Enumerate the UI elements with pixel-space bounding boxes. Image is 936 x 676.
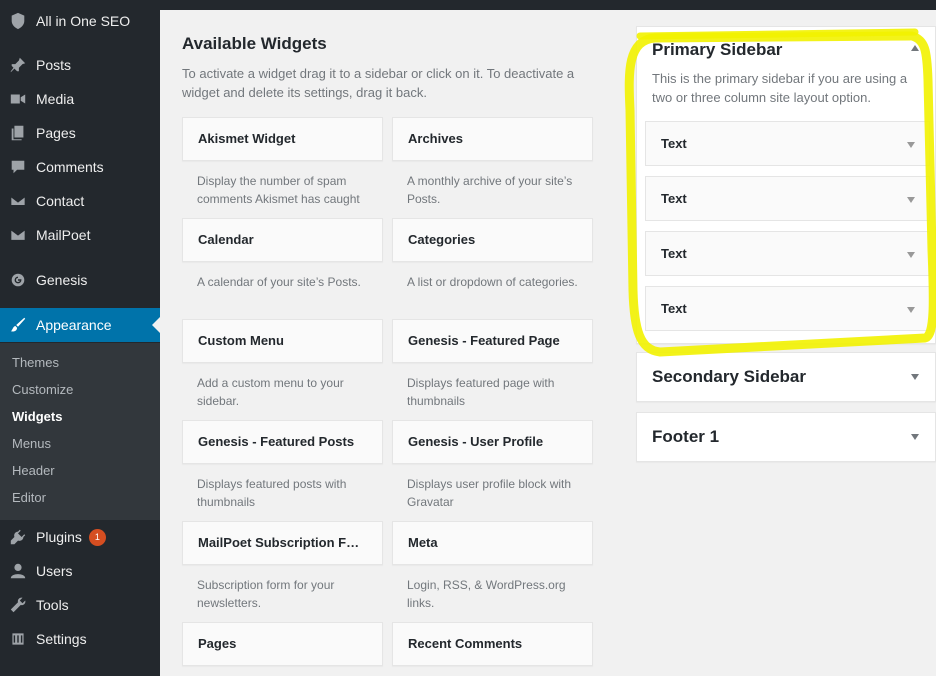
- user-icon: [0, 562, 36, 580]
- submenu-widgets[interactable]: Widgets: [12, 407, 62, 427]
- submenu-editor[interactable]: Editor: [12, 488, 46, 508]
- pages-icon: [0, 124, 36, 142]
- widget-title: Text: [661, 191, 687, 206]
- primary-sidebar-title[interactable]: Primary Sidebar: [652, 40, 782, 60]
- menu-item-settings[interactable]: Settings: [0, 622, 160, 656]
- sidebar-widget-text[interactable]: Text: [645, 176, 930, 221]
- widget-genesis-featured-posts[interactable]: Genesis - Featured Posts: [182, 420, 383, 464]
- sidebar-widget-text[interactable]: Text: [645, 286, 930, 331]
- expand-arrow-icon[interactable]: [907, 197, 915, 203]
- media-icon: [0, 90, 36, 108]
- widget-title: Text: [661, 136, 687, 151]
- expand-arrow-icon[interactable]: [907, 307, 915, 313]
- widget-categories[interactable]: Categories: [392, 218, 593, 262]
- menu-item-mailpoet[interactable]: MailPoet: [0, 218, 160, 252]
- menu-label: Posts: [36, 57, 72, 73]
- menu-label: Media: [36, 91, 75, 107]
- menu-label: All in One SEO: [36, 13, 131, 29]
- widget-description: Add a custom menu to your sidebar.: [197, 376, 344, 408]
- settings-icon: [0, 630, 36, 648]
- submenu-themes[interactable]: Themes: [12, 353, 59, 373]
- submenu-menus[interactable]: Menus: [12, 434, 51, 454]
- collapse-arrow-icon[interactable]: [911, 45, 919, 51]
- menu-item-posts[interactable]: Posts: [0, 48, 160, 82]
- menu-label: Comments: [36, 159, 104, 175]
- sidebar-widget-text[interactable]: Text: [645, 121, 930, 166]
- secondary-sidebar-panel[interactable]: Secondary Sidebar: [636, 352, 936, 402]
- menu-label: Plugins: [36, 529, 82, 545]
- widget-pages[interactable]: Pages: [182, 622, 383, 666]
- available-widgets-title: Available Widgets: [182, 34, 327, 53]
- available-widgets-description: To activate a widget drag it to a sideba…: [182, 66, 575, 100]
- widget-calendar[interactable]: Calendar: [182, 218, 383, 262]
- pin-icon: [0, 56, 36, 74]
- menu-item-plugins[interactable]: Plugins 1: [0, 520, 160, 554]
- expand-arrow-icon[interactable]: [907, 142, 915, 148]
- widget-description: A list or dropdown of categories.: [407, 275, 578, 289]
- secondary-sidebar-title[interactable]: Secondary Sidebar: [652, 367, 806, 387]
- widget-description: Login, RSS, & WordPress.org links.: [407, 578, 566, 610]
- comments-icon: [0, 158, 36, 176]
- menu-item-pages[interactable]: Pages: [0, 116, 160, 150]
- widget-description: Display the number of spam comments Akis…: [197, 174, 360, 206]
- expand-arrow-icon[interactable]: [907, 252, 915, 258]
- widget-title: Text: [661, 301, 687, 316]
- menu-item-users[interactable]: Users: [0, 554, 160, 588]
- menu-label: Contact: [36, 193, 85, 209]
- sidebar-widget-text[interactable]: Text: [645, 231, 930, 276]
- menu-item-genesis[interactable]: Genesis: [0, 263, 160, 297]
- footer-1-title[interactable]: Footer 1: [652, 427, 719, 447]
- expand-arrow-icon[interactable]: [911, 374, 919, 380]
- plugin-icon: [0, 528, 36, 546]
- envelope-icon: [0, 192, 36, 210]
- widget-genesis-featured-page[interactable]: Genesis - Featured Page: [392, 319, 593, 363]
- menu-item-appearance[interactable]: Appearance: [0, 308, 160, 342]
- widget-mailpoet-subscription-form[interactable]: MailPoet Subscription Form: [182, 521, 383, 565]
- widget-description: Displays featured posts with thumbnails: [197, 477, 347, 509]
- primary-sidebar-description: This is the primary sidebar if you are u…: [652, 71, 908, 105]
- widget-description: Displays user profile block with Gravata…: [407, 477, 572, 509]
- wrench-icon: [0, 596, 36, 614]
- widget-archives[interactable]: Archives: [392, 117, 593, 161]
- admin-menu: All in One SEO Posts Media Pages Comment…: [0, 0, 160, 676]
- menu-item-media[interactable]: Media: [0, 82, 160, 116]
- menu-label: Genesis: [36, 272, 88, 288]
- mail-icon: [0, 226, 36, 244]
- expand-arrow-icon[interactable]: [911, 434, 919, 440]
- menu-label: MailPoet: [36, 227, 91, 243]
- menu-item-all-in-one-seo[interactable]: All in One SEO: [0, 4, 160, 38]
- update-count-badge: 1: [88, 528, 106, 546]
- widget-meta[interactable]: Meta: [392, 521, 593, 565]
- widget-akismet[interactable]: Akismet Widget: [182, 117, 383, 161]
- menu-label: Pages: [36, 125, 76, 141]
- submenu-customize[interactable]: Customize: [12, 380, 73, 400]
- submenu-header[interactable]: Header: [12, 461, 55, 481]
- widget-description: Displays featured page with thumbnails: [407, 376, 555, 408]
- widget-description: Subscription form for your newsletters.: [197, 578, 335, 610]
- menu-label: Appearance: [36, 317, 112, 333]
- menu-label: Tools: [36, 597, 69, 613]
- menu-label: Settings: [36, 631, 87, 647]
- menu-item-tools[interactable]: Tools: [0, 588, 160, 622]
- widget-description: A monthly archive of your site’s Posts.: [407, 174, 573, 206]
- widget-title: Text: [661, 246, 687, 261]
- menu-item-comments[interactable]: Comments: [0, 150, 160, 184]
- appearance-submenu: Themes Customize Widgets Menus Header Ed…: [0, 343, 160, 520]
- widget-genesis-user-profile[interactable]: Genesis - User Profile: [392, 420, 593, 464]
- shield-icon: [0, 12, 36, 30]
- widget-custom-menu[interactable]: Custom Menu: [182, 319, 383, 363]
- active-indicator: [152, 317, 160, 333]
- menu-item-contact[interactable]: Contact: [0, 184, 160, 218]
- menu-label: Users: [36, 563, 73, 579]
- paintbrush-icon: [0, 316, 36, 334]
- widget-recent-comments[interactable]: Recent Comments: [392, 622, 593, 666]
- genesis-icon: [0, 271, 36, 289]
- widget-description: A calendar of your site’s Posts.: [197, 275, 361, 289]
- footer-1-panel[interactable]: Footer 1: [636, 412, 936, 462]
